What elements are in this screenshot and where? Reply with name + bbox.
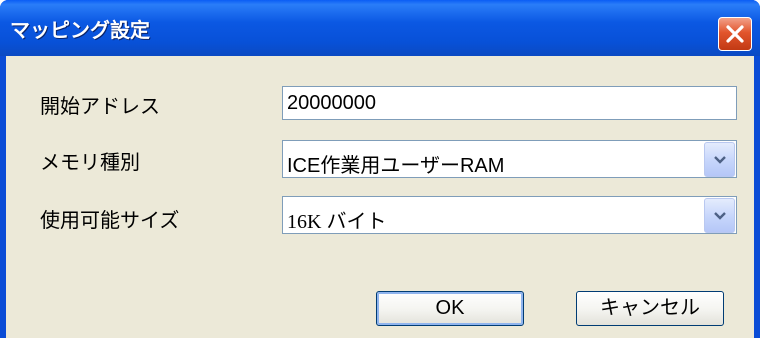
dialog-title: マッピング設定 [10, 18, 150, 42]
memory-type-label: メモリ種別 [40, 150, 140, 174]
chevron-down-icon [714, 212, 726, 220]
usable-size-select[interactable]: 16K バイト [282, 196, 737, 234]
chevron-down-icon [714, 156, 726, 164]
usable-size-label: 使用可能サイズ [40, 208, 180, 232]
dialog-body: 開始アドレス メモリ種別 ICE作業用ユーザーRAM 使用可能サイズ 16K バ… [6, 56, 754, 338]
cancel-button[interactable]: キャンセル [576, 291, 724, 326]
usable-size-value: 16K バイト [287, 211, 387, 233]
title-bar[interactable]: マッピング設定 [0, 0, 760, 56]
memory-type-value: ICE作業用ユーザーRAM [287, 155, 505, 177]
start-address-label: 開始アドレス [40, 94, 160, 118]
close-button[interactable] [718, 17, 752, 51]
ok-button[interactable]: OK [376, 291, 524, 326]
start-address-input[interactable] [282, 86, 737, 120]
close-icon [726, 25, 744, 43]
usable-size-dropdown-button[interactable] [704, 198, 735, 233]
memory-type-dropdown-button[interactable] [704, 142, 735, 177]
memory-type-select[interactable]: ICE作業用ユーザーRAM [282, 140, 737, 178]
mapping-settings-dialog: マッピング設定 開始アドレス メモリ種別 ICE作業用ユーザーRAM 使用可能サ… [0, 0, 760, 338]
